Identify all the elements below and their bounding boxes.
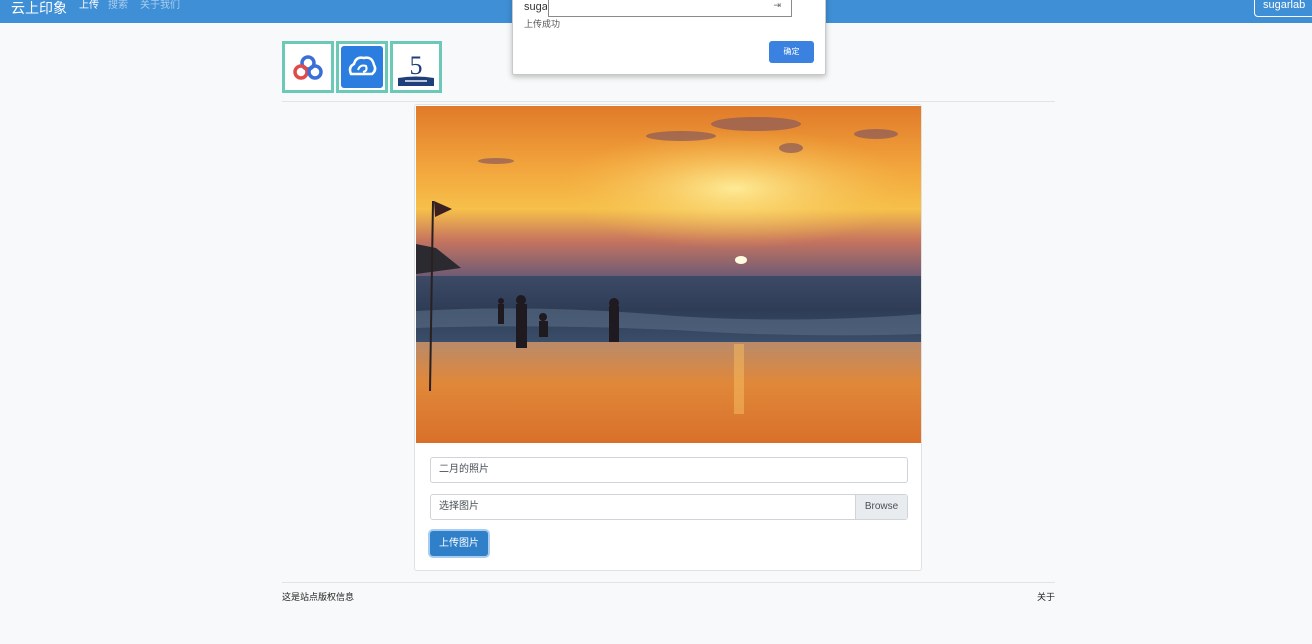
browse-button[interactable]: Browse [855,495,907,519]
svg-text:5: 5 [410,51,423,80]
upload-card: 二月的照片 选择图片 Browse 上传图片 [414,104,922,571]
alert-dialog: suga ⇥ 上传成功 确定 [512,0,826,75]
footer-copyright: 这是站点版权信息 [282,592,355,602]
uploaded-photo [416,106,921,443]
photo-title-input[interactable]: 二月的照片 [430,457,908,483]
cloud-icon [341,46,383,88]
dialog-input-prefix: suga [524,1,547,13]
nav-about[interactable]: 关于我们 [140,0,180,11]
nav-upload[interactable]: 上传 [79,0,99,11]
baidu-cloud-icon [293,55,323,80]
dialog-input[interactable]: ⇥ [548,0,792,17]
dialog-message: 上传成功 [524,19,561,29]
number-5-icon: 5 [398,51,434,86]
brand-logo[interactable]: 云上印象 [11,0,67,18]
footer-about-link[interactable]: 关于 [1037,590,1055,603]
user-menu-button[interactable]: sugarlab [1254,0,1312,17]
file-picker[interactable]: 选择图片 Browse [430,494,908,520]
thumbnail-number-5[interactable]: 5 [390,41,442,93]
dialog-ok-button[interactable]: 确定 [769,41,814,63]
thumbnail-baidu-cloud[interactable] [282,41,334,93]
file-picker-label: 选择图片 [439,501,479,512]
thumbnail-cloud[interactable] [336,41,388,93]
footer-divider [282,582,1055,583]
upload-button[interactable]: 上传图片 [430,531,488,556]
keyboard-icon: ⇥ [773,0,781,10]
divider [282,101,1055,102]
nav-search[interactable]: 搜索 [108,0,128,11]
